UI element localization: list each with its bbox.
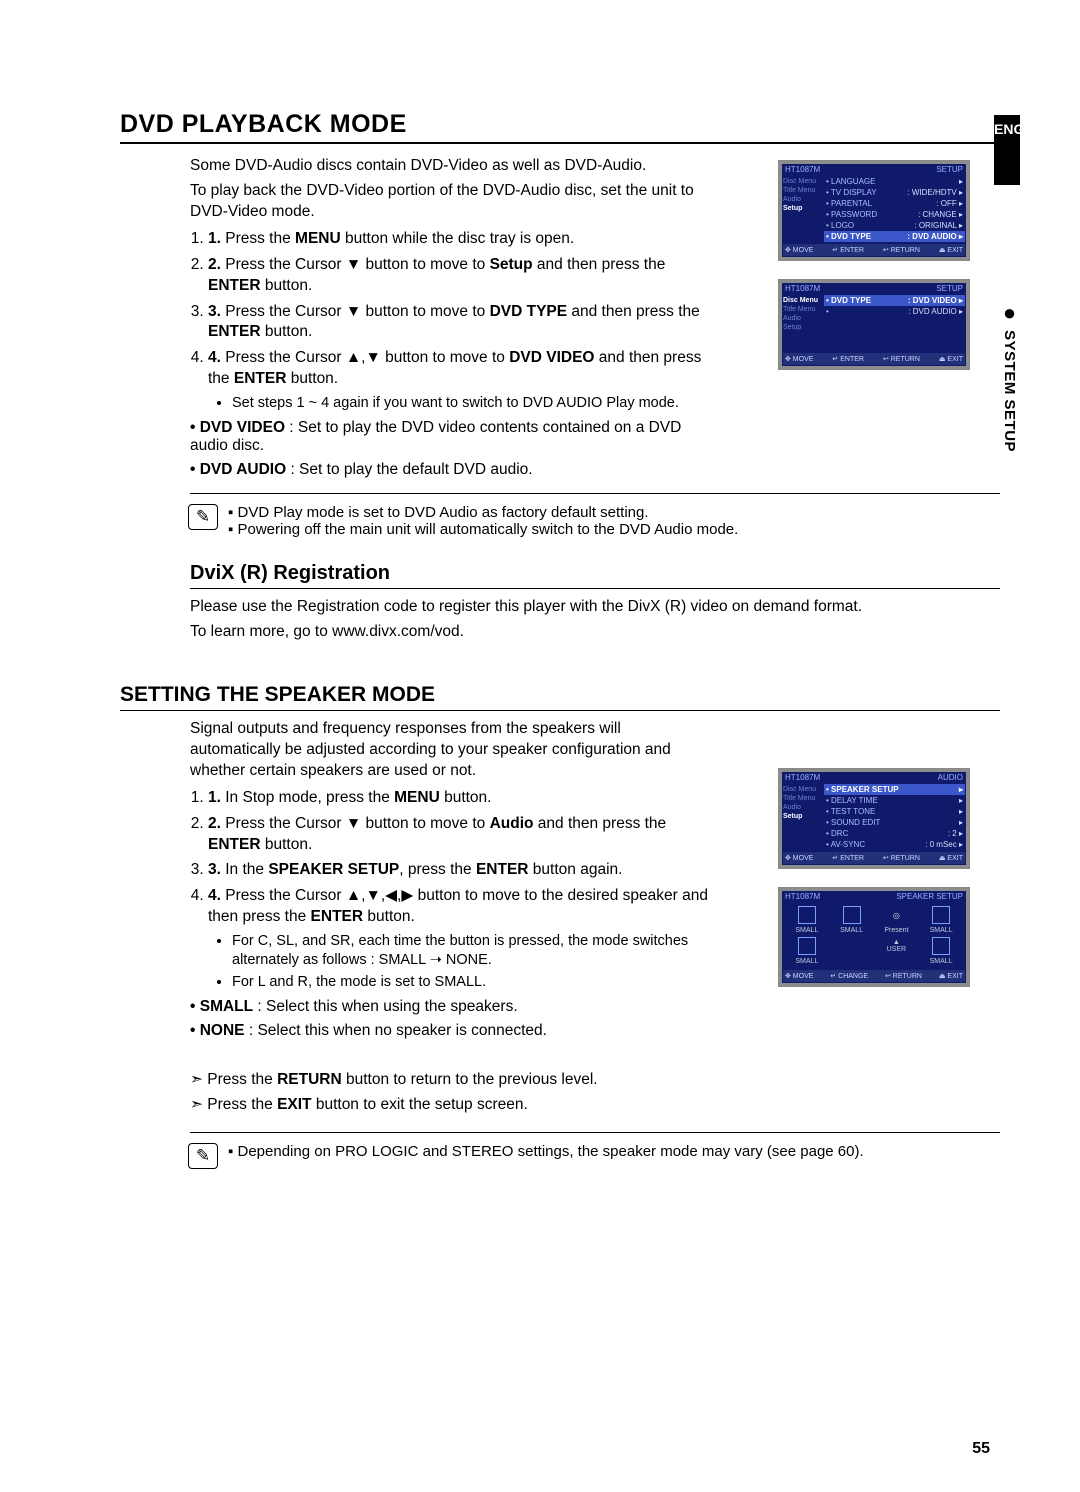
- divx-text-2: To learn more, go to www.divx.com/vod.: [190, 622, 1000, 643]
- osd-dvdtype-screenshot: HT1087MSETUP Disc MenuTitle MenuAudioSet…: [778, 279, 970, 370]
- osd-speaker-setup-screenshot: HT1087MSPEAKER SETUP ◎ SMALLSMALLPresent…: [778, 887, 970, 987]
- divx-text-1: Please use the Registration code to regi…: [190, 597, 1000, 618]
- note-2: Depending on PRO LOGIC and STEREO settin…: [228, 1143, 1000, 1160]
- page-number: 55: [972, 1440, 990, 1458]
- note-icon: ✎: [188, 1143, 218, 1169]
- heading-divx: DviX (R) Registration: [190, 562, 1000, 589]
- return-hint: Press the RETURN button to return to the…: [190, 1070, 710, 1089]
- small-desc: SMALL : Select this when using the speak…: [190, 998, 710, 1016]
- intro-text-1: Some DVD-Audio discs contain DVD-Video a…: [190, 156, 710, 177]
- exit-hint: Press the EXIT button to exit the setup …: [190, 1095, 710, 1114]
- steps-dvd-playback: 1. Press the MENU button while the disc …: [190, 229, 710, 413]
- intro-text-2: To play back the DVD-Video portion of th…: [190, 181, 710, 223]
- substep-switch-audio: Set steps 1 ~ 4 again if you want to swi…: [232, 394, 710, 413]
- substep-csl-sr: For C, SL, and SR, each time the button …: [232, 932, 710, 970]
- heading-speaker-mode: SETTING THE SPEAKER MODE: [120, 683, 1000, 711]
- heading-dvd-playback: DVD PLAYBACK MODE: [120, 110, 1000, 144]
- none-desc: NONE : Select this when no speaker is co…: [190, 1022, 710, 1040]
- note-1: DVD Play mode is set to DVD Audio as fac…: [228, 504, 1000, 538]
- osd-audio-screenshot: HT1087MAUDIO Disc MenuTitle MenuAudioSet…: [778, 768, 970, 869]
- note-icon: ✎: [188, 504, 218, 530]
- dvd-video-desc: DVD VIDEO : Set to play the DVD video co…: [190, 419, 710, 455]
- dvd-audio-desc: DVD AUDIO : Set to play the default DVD …: [190, 461, 710, 479]
- speaker-intro: Signal outputs and frequency responses f…: [190, 719, 710, 782]
- substep-lr: For L and R, the mode is set to SMALL.: [232, 973, 710, 992]
- steps-speaker: 1. In Stop mode, press the MENU button. …: [190, 788, 710, 992]
- osd-setup-screenshot: HT1087MSETUP Disc MenuTitle MenuAudioSet…: [778, 160, 970, 261]
